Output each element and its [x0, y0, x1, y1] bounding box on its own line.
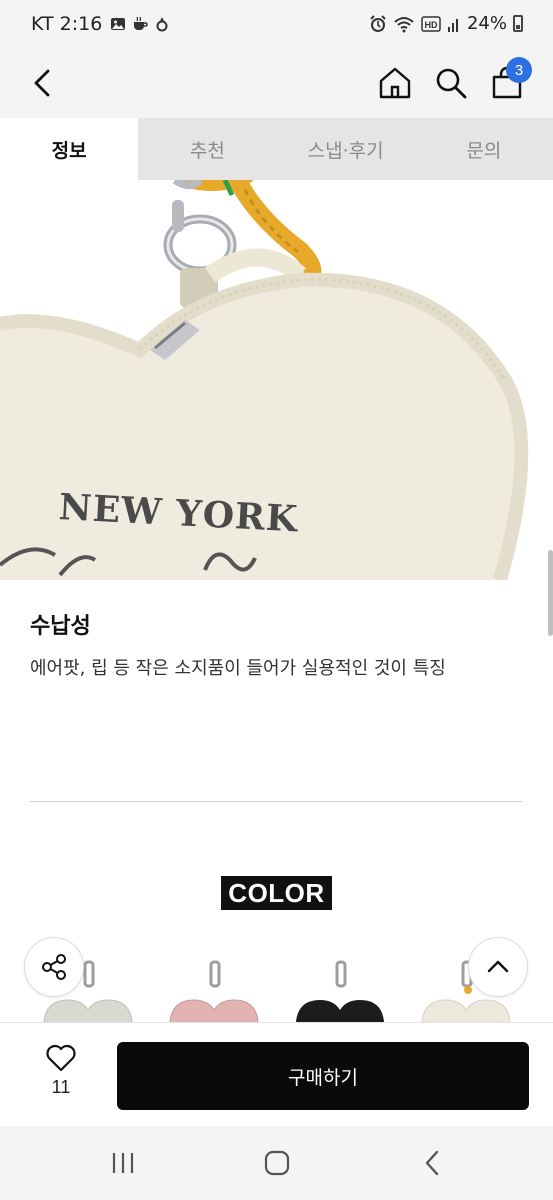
- chevron-left-icon: [34, 69, 50, 97]
- scroll-top-button[interactable]: [468, 937, 528, 997]
- battery-percent: 24%: [466, 13, 507, 34]
- share-button[interactable]: [24, 937, 84, 997]
- heart-icon: [46, 1044, 76, 1072]
- product-image: NEW YORK: [0, 180, 553, 580]
- app-header: 3: [0, 50, 553, 118]
- tab-bar: 정보 추천 스냅·후기 문의: [0, 118, 553, 180]
- status-left: KT 2:16: [31, 13, 170, 35]
- status-bar: KT 2:16 HD 24%: [0, 0, 553, 50]
- back-button[interactable]: [20, 60, 66, 106]
- gallery-icon: [111, 18, 126, 30]
- tab-info[interactable]: 정보: [0, 118, 139, 180]
- search-button[interactable]: [428, 60, 474, 106]
- wifi-icon: [394, 16, 414, 32]
- tab-recommend[interactable]: 추천: [138, 118, 276, 180]
- like-button[interactable]: 11: [30, 1043, 92, 1109]
- system-home-button[interactable]: [257, 1146, 297, 1180]
- swatch-pink[interactable]: [166, 960, 262, 1022]
- like-count: 11: [51, 1077, 71, 1097]
- svg-text:HD: HD: [424, 20, 437, 30]
- recents-icon: [112, 1153, 134, 1173]
- home-button[interactable]: [372, 60, 418, 106]
- cart-button[interactable]: 3: [484, 57, 532, 106]
- carrier-time: KT 2:16: [31, 13, 103, 35]
- chevron-up-icon: [487, 960, 509, 973]
- color-label: COLOR: [221, 876, 332, 910]
- section-title: 수납성: [30, 614, 91, 639]
- bottom-action-bar: 11 구매하기: [0, 1022, 553, 1126]
- cart-badge: 3: [506, 57, 532, 83]
- tab-snap-review[interactable]: 스냅·후기: [277, 118, 415, 180]
- divider: [30, 801, 522, 802]
- system-nav-bar: [0, 1126, 553, 1200]
- home-icon: [379, 67, 411, 99]
- swatch-black[interactable]: [292, 960, 388, 1022]
- hd-icon: HD: [421, 15, 441, 32]
- system-back-button[interactable]: [413, 1146, 453, 1180]
- tab-inquiry[interactable]: 문의: [415, 118, 553, 180]
- search-icon: [436, 68, 467, 99]
- signal-icon: [447, 18, 458, 32]
- buy-button[interactable]: 구매하기: [117, 1042, 529, 1110]
- home-nav-icon: [264, 1150, 290, 1176]
- scrollbar[interactable]: [548, 550, 553, 636]
- status-right: HD 24%: [369, 13, 523, 34]
- notification-icon: [156, 17, 168, 32]
- back-nav-icon: [425, 1150, 439, 1176]
- coffee-icon: [134, 16, 148, 30]
- alarm-icon: [370, 14, 386, 32]
- recents-button[interactable]: [103, 1146, 143, 1180]
- battery-icon: [513, 15, 523, 32]
- section-description: 에어팟, 립 등 작은 소지품이 들어가 실용적인 것이 특징: [30, 658, 446, 679]
- share-icon: [42, 954, 66, 980]
